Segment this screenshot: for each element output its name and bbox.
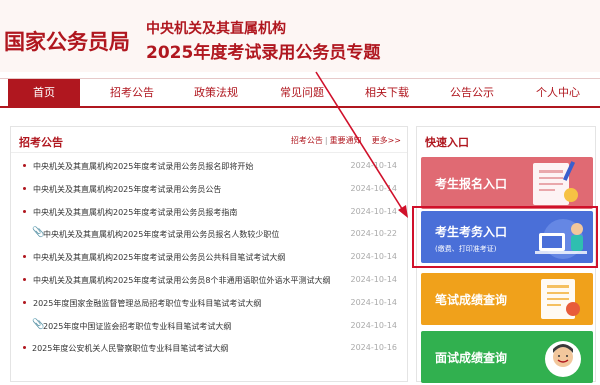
bullet-icon: [23, 209, 26, 213]
list-item-date: 2024-10-14: [350, 161, 398, 170]
announcements-panel-header: 招考公告 招考公告 | 重要通知 更多>>: [11, 127, 407, 153]
site-logo-text[interactable]: 国家公务员局: [4, 26, 130, 56]
bullet-icon: [23, 186, 26, 190]
list-item-title[interactable]: 2025年度公安机关人民警察职位专业科目笔试考试大纲: [32, 343, 228, 354]
more-link[interactable]: 更多>>: [372, 136, 401, 145]
interview-score-query-label: 面试成绩查询: [435, 351, 508, 365]
header-subtitle-org: 中央机关及其直属机构: [146, 21, 286, 37]
list-item-title[interactable]: 中央机关及其直属机构2025年度考试录用公务员8个非通用语职位外语水平测试大纲: [33, 275, 330, 286]
bullet-icon: [23, 255, 26, 259]
list-item[interactable]: 中央机关及其直属机构2025年度考试录用公务员公共科目笔试考试大纲 2024-1…: [19, 246, 403, 269]
site-header: 国家公务员局 中央机关及其直属机构 2025年度考试录用公务员专题: [0, 0, 600, 72]
list-item[interactable]: 2025年度国家金融监督管理总局招考职位专业科目笔试考试大纲 2024-10-1…: [19, 292, 403, 315]
announcements-panel: 招考公告 招考公告 | 重要通知 更多>> 中央机关及其直属机构2025年度考试录用公…: [10, 126, 408, 382]
nav-announcements[interactable]: 招考公告: [96, 79, 168, 107]
list-item[interactable]: 📎 中央机关及其直属机构2025年度考试录用公务员报名人数较少职位 2024-1…: [19, 223, 403, 246]
list-item-date: 2024-10-14: [350, 183, 398, 193]
nav-downloads[interactable]: 相关下载: [351, 79, 423, 107]
link-announcements[interactable]: 招考公告: [291, 136, 323, 145]
registration-entry-button[interactable]: 考生报名入口: [421, 157, 593, 209]
list-item-date: 2024-10-14: [350, 297, 398, 307]
list-item[interactable]: 📎 2025年度中国证监会招考职位专业科目笔试考试大纲 2024-10-14: [19, 315, 403, 338]
announcements-links: 招考公告 | 重要通知 更多>>: [291, 135, 401, 146]
announcement-list: 中央机关及其直属机构2025年度考试录用公务员报名即将开始 2024-10-14…: [19, 155, 403, 360]
list-item-title[interactable]: 中央机关及其直属机构2025年度考试录用公务员报名人数较少职位: [43, 229, 279, 240]
list-item-date: 2024-10-22: [350, 229, 398, 239]
bullet-icon: [23, 346, 26, 350]
link-important-notices[interactable]: 重要通知: [330, 136, 362, 145]
list-item-title[interactable]: 2025年度国家金融监督管理总局招考职位专业科目笔试考试大纲: [33, 298, 261, 309]
list-item[interactable]: 中央机关及其直属机构2025年度考试录用公务员公告 2024-10-14: [19, 178, 403, 201]
list-item-title[interactable]: 中央机关及其直属机构2025年度考试录用公务员公共科目笔试考试大纲: [33, 252, 285, 263]
main-nav: 首页 招考公告 政策法规 常见问题 相关下载 公告公示 个人中心: [0, 78, 600, 108]
nav-home[interactable]: 首页: [8, 79, 80, 107]
list-item-date: 2024-10-14: [350, 206, 398, 216]
nav-notices[interactable]: 公告公示: [436, 79, 508, 107]
announcements-title: 招考公告: [19, 136, 63, 149]
header-subtitle-topic: 2025年度考试录用公务员专题: [146, 43, 381, 63]
registration-entry-label: 考生报名入口: [435, 177, 508, 191]
bullet-icon: [23, 277, 26, 281]
list-item-title[interactable]: 中央机关及其直属机构2025年度考试录用公务员公告: [33, 184, 221, 195]
quick-entry-title: 快速入口: [425, 136, 469, 149]
nav-faq[interactable]: 常见问题: [266, 79, 338, 107]
list-item[interactable]: 中央机关及其直属机构2025年度考试录用公务员报考指南 2024-10-14: [19, 201, 403, 224]
list-item[interactable]: 2025年度公安机关人民警察职位专业科目笔试考试大纲 2024-10-16: [19, 337, 403, 360]
list-item[interactable]: 中央机关及其直属机构2025年度考试录用公务员报名即将开始 2024-10-14: [19, 155, 403, 178]
written-score-query-label: 笔试成绩查询: [435, 293, 508, 307]
list-item-date: 2024-10-16: [350, 343, 398, 353]
bullet-icon: [23, 164, 26, 167]
list-item-date: 2024-10-14: [350, 320, 398, 330]
list-item-title[interactable]: 中央机关及其直属机构2025年度考试录用公务员报名即将开始: [33, 161, 253, 172]
written-score-query-button[interactable]: 笔试成绩查询: [421, 273, 593, 325]
list-item[interactable]: 中央机关及其直属机构2025年度考试录用公务员8个非通用语职位外语水平测试大纲 …: [19, 269, 403, 292]
nav-personal-center[interactable]: 个人中心: [522, 79, 594, 107]
nav-policies[interactable]: 政策法规: [180, 79, 252, 107]
interview-score-query-button[interactable]: 面试成绩查询: [421, 331, 593, 383]
list-item-title[interactable]: 中央机关及其直属机构2025年度考试录用公务员报考指南: [33, 207, 237, 218]
bullet-icon: [23, 300, 26, 304]
list-item-date: 2024-10-14: [350, 274, 398, 284]
link-separator: |: [324, 136, 328, 145]
list-item-date: 2024-10-14: [350, 252, 398, 262]
list-item-title[interactable]: 2025年度中国证监会招考职位专业科目笔试考试大纲: [43, 321, 231, 332]
highlight-box-exam-affairs: [412, 206, 598, 268]
